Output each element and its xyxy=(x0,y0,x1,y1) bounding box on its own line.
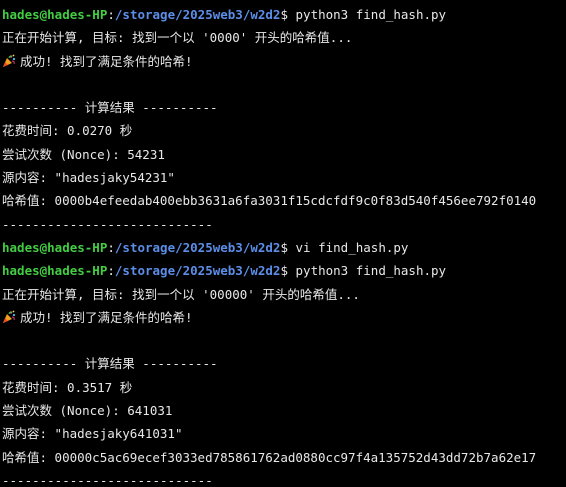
prompt-line: hades@hades-HP:/storage/2025web3/w2d2$ p… xyxy=(2,3,566,26)
output-start-message: 正在开始计算, 目标: 找到一个以 '0000' 开头的哈希值... xyxy=(2,30,353,46)
output-start-message: 正在开始计算, 目标: 找到一个以 '00000' 开头的哈希值... xyxy=(2,286,360,302)
prompt-line: hades@hades-HP:/storage/2025web3/w2d2$ p… xyxy=(2,259,566,282)
prompt-path: /storage/2025web3/w2d2 xyxy=(114,239,281,255)
prompt-line: hades@hades-HP:/storage/2025web3/w2d2$ v… xyxy=(2,236,566,259)
source-content: 源内容: "hadesjaky641031" xyxy=(2,426,183,442)
command-text: vi find_hash.py xyxy=(295,239,409,255)
output-success-line: 成功! 找到了满足条件的哈希! xyxy=(2,50,566,73)
result-header: ---------- 计算结果 ---------- xyxy=(2,100,218,116)
prompt-colon: : xyxy=(107,263,115,279)
prompt-user-host: hades@hades-HP xyxy=(2,239,108,255)
nonce-count: 尝试次数 (Nonce): 641031 xyxy=(2,403,173,419)
prompt-symbol: $ xyxy=(280,263,296,279)
prompt-symbol: $ xyxy=(280,7,296,22)
prompt-user-host: hades@hades-HP xyxy=(2,7,108,22)
command-text: python3 find_hash.py xyxy=(295,7,447,22)
prompt-symbol: $ xyxy=(280,239,296,255)
nonce-count: 尝试次数 (Nonce): 54231 xyxy=(2,146,165,162)
time-spent: 花费时间: 0.3517 秒 xyxy=(2,379,133,395)
prompt-user-host: hades@hades-HP xyxy=(2,263,108,279)
prompt-colon: : xyxy=(107,239,115,255)
result-footer: ---------------------------- xyxy=(2,472,213,487)
result-header: ---------- 计算结果 ---------- xyxy=(2,356,218,372)
prompt-path: /storage/2025web3/w2d2 xyxy=(114,263,281,279)
source-content: 源内容: "hadesjaky54231" xyxy=(2,170,175,186)
success-message: 成功! 找到了满足条件的哈希! xyxy=(20,53,193,69)
hash-value: 哈希值: 00000c5ac69ecef3033ed785861762ad088… xyxy=(2,449,537,465)
prompt-colon: : xyxy=(107,7,115,22)
result-footer: ---------------------------- xyxy=(2,216,213,232)
command-text: python3 find_hash.py xyxy=(295,263,447,279)
hash-value: 哈希值: 0000b4efeedab400ebb3631a6fa3031f15c… xyxy=(2,193,537,209)
time-spent: 花费时间: 0.0270 秒 xyxy=(2,123,133,139)
terminal-window[interactable]: hades@hades-HP:/storage/2025web3/w2d2$ p… xyxy=(0,0,566,487)
party-popper-icon xyxy=(3,310,16,323)
party-popper-icon xyxy=(3,54,16,67)
prompt-path: /storage/2025web3/w2d2 xyxy=(114,7,281,22)
success-message: 成功! 找到了满足条件的哈希! xyxy=(20,309,193,325)
output-success-line: 成功! 找到了满足条件的哈希! xyxy=(2,306,566,329)
